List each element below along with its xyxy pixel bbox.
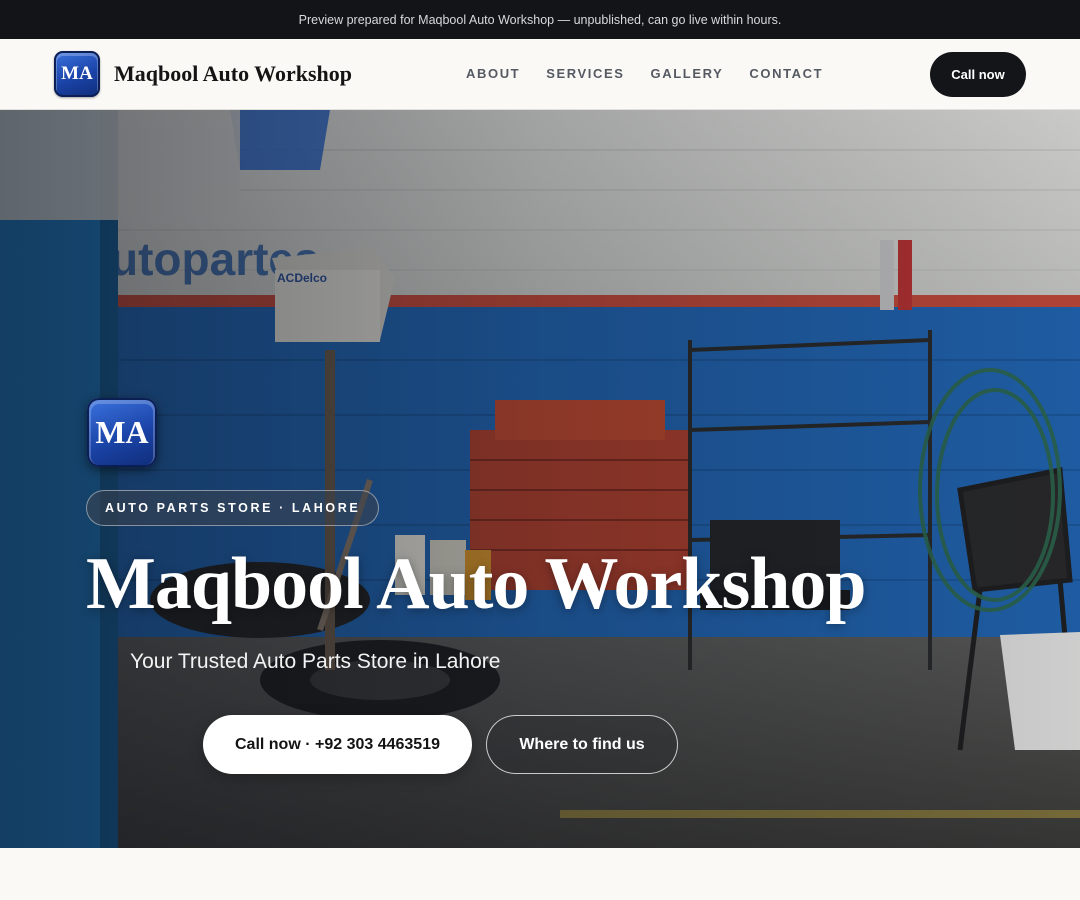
hero-subtitle: Your Trusted Auto Parts Store in Lahore (130, 650, 501, 673)
brand-name[interactable]: Maqbool Auto Workshop (114, 61, 352, 87)
next-section (0, 848, 1080, 900)
hero-section: utopartes ACDelco (0, 110, 1080, 848)
brand-logo[interactable]: MA (54, 51, 100, 97)
preview-banner-text: Preview prepared for Maqbool Auto Worksh… (298, 12, 782, 27)
find-us-button[interactable]: Where to find us (486, 715, 678, 774)
nav-link-about[interactable]: ABOUT (466, 66, 520, 81)
hero-logo: MA (87, 398, 157, 467)
brand-logo-text: MA (61, 63, 93, 84)
call-now-button[interactable]: Call now (930, 52, 1026, 97)
hero-logo-text: MA (95, 414, 149, 450)
preview-banner: Preview prepared for Maqbool Auto Worksh… (0, 0, 1080, 39)
call-phone-button[interactable]: Call now · +92 303 4463519 (203, 715, 472, 774)
nav-links: ABOUT SERVICES GALLERY CONTACT (466, 66, 823, 81)
top-navigation: MA Maqbool Auto Workshop ABOUT SERVICES … (0, 39, 1080, 110)
nav-link-gallery[interactable]: GALLERY (651, 66, 724, 81)
nav-link-contact[interactable]: CONTACT (749, 66, 823, 81)
nav-link-services[interactable]: SERVICES (546, 66, 624, 81)
hero-title: Maqbool Auto Workshop (86, 543, 867, 625)
category-badge: AUTO PARTS STORE · LAHORE (86, 490, 380, 526)
